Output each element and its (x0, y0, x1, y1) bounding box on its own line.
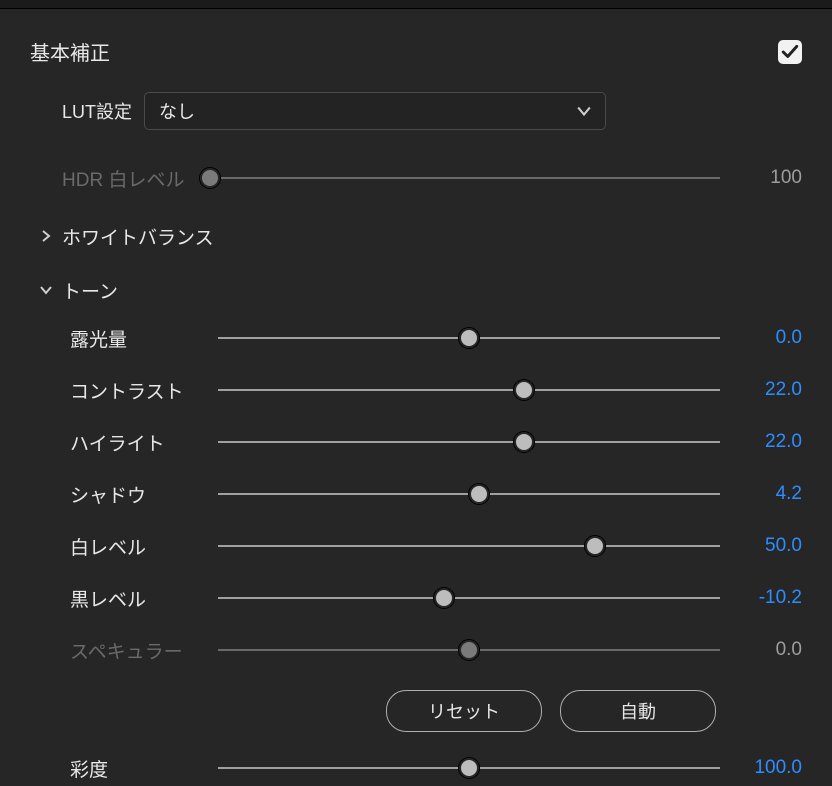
saturation-row: 彩度 100.0 (70, 742, 802, 786)
highlights-slider[interactable] (218, 432, 720, 452)
specular-slider (218, 640, 720, 660)
saturation-label: 彩度 (70, 755, 218, 782)
exposure-label: 露光量 (70, 325, 218, 352)
exposure-value[interactable]: 0.0 (736, 327, 802, 349)
check-icon (781, 43, 799, 61)
blacks-slider[interactable] (218, 588, 720, 608)
blacks-row: 黒レベル -10.2 (70, 572, 802, 624)
white-balance-disclosure[interactable]: ホワイトバランス (30, 214, 802, 258)
shadows-row: シャドウ 4.2 (70, 468, 802, 520)
shadows-label: シャドウ (70, 481, 218, 508)
specular-label: スペキュラー (70, 637, 218, 664)
lut-label: LUT設定 (62, 98, 132, 124)
hdr-white-thumb (200, 168, 220, 188)
tone-label: トーン (62, 277, 118, 304)
contrast-slider[interactable] (218, 380, 720, 400)
hdr-white-row: HDR 白レベル 100 (62, 152, 802, 204)
whites-thumb[interactable] (585, 536, 605, 556)
specular-thumb (459, 640, 479, 660)
specular-value: 0.0 (736, 639, 802, 661)
highlights-thumb[interactable] (514, 432, 534, 452)
reset-button[interactable]: リセット (386, 690, 542, 732)
basic-correction-header: 基本補正 (30, 37, 802, 66)
highlights-label: ハイライト (70, 429, 218, 456)
shadows-value[interactable]: 4.2 (736, 483, 802, 505)
shadows-slider[interactable] (218, 484, 720, 504)
whites-label: 白レベル (70, 533, 218, 560)
whites-row: 白レベル 50.0 (70, 520, 802, 572)
contrast-row: コントラスト 22.0 (70, 364, 802, 416)
lut-dropdown[interactable]: なし (144, 92, 606, 130)
shadows-thumb[interactable] (469, 484, 489, 504)
highlights-value[interactable]: 22.0 (736, 431, 802, 453)
white-balance-label: ホワイトバランス (62, 223, 214, 250)
chevron-down-icon (30, 284, 62, 296)
auto-button[interactable]: 自動 (560, 690, 716, 732)
saturation-thumb[interactable] (459, 758, 479, 778)
whites-slider[interactable] (218, 536, 720, 556)
lut-selected-value: なし (159, 98, 195, 124)
blacks-thumb[interactable] (434, 588, 454, 608)
contrast-label: コントラスト (70, 377, 218, 404)
exposure-slider[interactable] (218, 328, 720, 348)
exposure-thumb[interactable] (459, 328, 479, 348)
whites-value[interactable]: 50.0 (736, 535, 802, 557)
contrast-value[interactable]: 22.0 (736, 379, 802, 401)
section-enable-checkbox[interactable] (778, 40, 802, 64)
highlights-row: ハイライト 22.0 (70, 416, 802, 468)
chevron-right-icon (30, 230, 62, 242)
hdr-white-value: 100 (736, 167, 802, 189)
saturation-slider[interactable] (218, 758, 720, 778)
saturation-value[interactable]: 100.0 (736, 757, 802, 779)
contrast-thumb[interactable] (514, 380, 534, 400)
tone-disclosure[interactable]: トーン (30, 268, 802, 312)
specular-row: スペキュラー 0.0 (70, 624, 802, 676)
section-title: 基本補正 (30, 37, 110, 66)
blacks-value[interactable]: -10.2 (736, 587, 802, 609)
hdr-white-slider (210, 168, 720, 188)
exposure-row: 露光量 0.0 (70, 312, 802, 364)
blacks-label: 黒レベル (70, 585, 218, 612)
chevron-down-icon (577, 104, 591, 118)
hdr-white-label: HDR 白レベル (62, 165, 210, 192)
